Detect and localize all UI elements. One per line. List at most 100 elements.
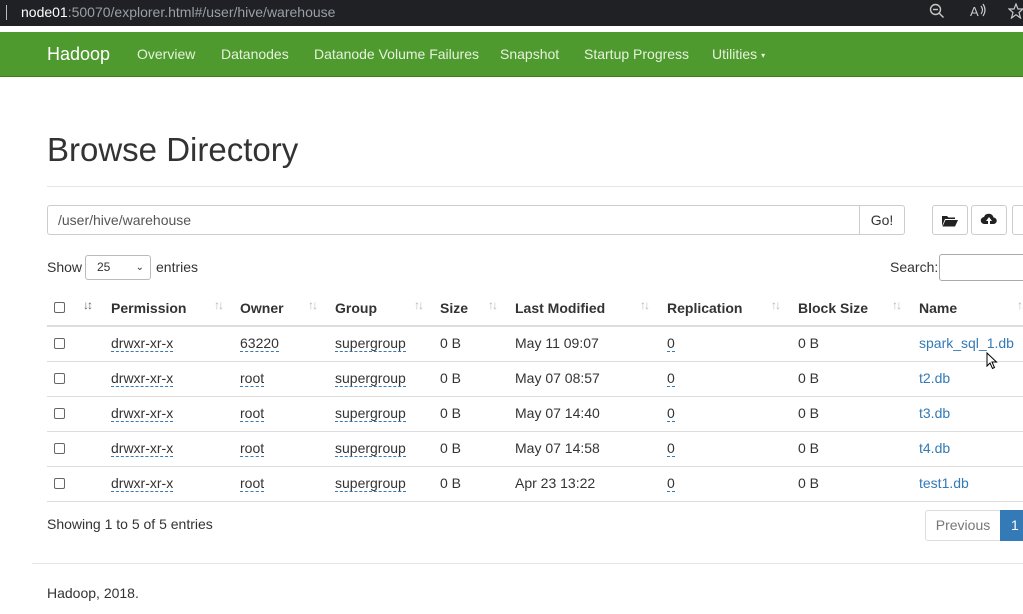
- create-directory-button[interactable]: [932, 205, 968, 235]
- read-aloud-icon[interactable]: A: [970, 3, 988, 24]
- favorite-star-icon[interactable]: [1007, 2, 1023, 24]
- browser-address-bar[interactable]: node01:50070/explorer.html#/user/hive/wa…: [0, 0, 1023, 26]
- nav-startup-progress[interactable]: Startup Progress: [584, 46, 689, 62]
- footer-divider: [32, 563, 1023, 564]
- row-checkbox[interactable]: [54, 408, 65, 419]
- row-checkbox[interactable]: [54, 373, 65, 384]
- svg-text:A: A: [970, 4, 979, 19]
- replication-cell[interactable]: 0: [667, 405, 675, 422]
- sort-icon: ↑↓: [414, 298, 424, 312]
- owner-cell[interactable]: root: [240, 475, 265, 492]
- directory-path-input[interactable]: [47, 205, 860, 235]
- url-text[interactable]: node01:50070/explorer.html#/user/hive/wa…: [21, 4, 335, 20]
- permission-cell[interactable]: drwxr-xr-x: [111, 475, 174, 492]
- name-link[interactable]: t4.db: [919, 440, 950, 456]
- select-all-checkbox[interactable]: [54, 302, 65, 313]
- permission-cell[interactable]: drwxr-xr-x: [111, 440, 174, 457]
- search-label: Search:: [890, 259, 939, 275]
- permission-cell[interactable]: drwxr-xr-x: [111, 335, 174, 352]
- col-name[interactable]: Name: [919, 300, 957, 316]
- name-link[interactable]: t3.db: [919, 405, 950, 421]
- group-cell[interactable]: supergroup: [335, 475, 406, 492]
- row-checkbox[interactable]: [54, 338, 65, 349]
- block-size-cell: 0 B: [798, 370, 820, 386]
- zoom-out-icon[interactable]: [929, 3, 945, 24]
- owner-cell[interactable]: root: [240, 405, 265, 422]
- size-cell: 0 B: [440, 405, 462, 421]
- size-cell: 0 B: [440, 440, 462, 456]
- nav-snapshot[interactable]: Snapshot: [500, 46, 559, 62]
- chevron-down-icon: ⌄: [135, 262, 144, 273]
- table-info: Showing 1 to 5 of 5 entries: [47, 516, 213, 532]
- sort-order-icon[interactable]: ↓↕: [83, 298, 93, 312]
- group-cell[interactable]: supergroup: [335, 440, 406, 457]
- nav-utilities-label: Utilities: [712, 46, 758, 62]
- sort-icon: ↑↓: [308, 298, 318, 312]
- last-modified-cell: May 07 14:40: [515, 405, 600, 421]
- name-link[interactable]: spark_sql_1.db: [919, 335, 1014, 351]
- nav-datanode-volume-failures[interactable]: Datanode Volume Failures: [314, 46, 479, 62]
- sort-icon: ↑↓: [488, 298, 498, 312]
- row-checkbox[interactable]: [54, 478, 65, 489]
- sort-icon: ↑↓: [892, 298, 902, 312]
- col-block-size[interactable]: Block Size: [798, 300, 868, 316]
- nav-datanodes[interactable]: Datanodes: [221, 46, 289, 62]
- search-input[interactable]: [939, 254, 1023, 281]
- top-navbar: Hadoop Overview Datanodes Datanode Volum…: [0, 32, 1023, 77]
- col-group[interactable]: Group: [335, 300, 377, 316]
- nav-overview[interactable]: Overview: [137, 46, 195, 62]
- table-row: drwxr-xr-x root supergroup 0 B May 07 14:58 0…: [47, 432, 1023, 467]
- group-cell[interactable]: supergroup: [335, 335, 406, 352]
- sort-icon: ↑↓: [640, 298, 650, 312]
- block-size-cell: 0 B: [798, 440, 820, 456]
- col-last-modified[interactable]: Last Modified: [515, 300, 605, 316]
- permission-cell[interactable]: drwxr-xr-x: [111, 370, 174, 387]
- size-cell: 0 B: [440, 475, 462, 491]
- block-size-cell: 0 B: [798, 405, 820, 421]
- previous-page-button[interactable]: Previous: [925, 510, 1001, 541]
- replication-cell[interactable]: 0: [667, 475, 675, 492]
- entries-value: 25: [97, 260, 111, 274]
- page-title: Browse Directory: [47, 131, 299, 168]
- col-owner[interactable]: Owner: [240, 300, 284, 316]
- row-checkbox[interactable]: [54, 443, 65, 454]
- nav-utilities-dropdown[interactable]: Utilities ▾: [712, 46, 765, 62]
- last-modified-cell: May 07 14:58: [515, 440, 600, 456]
- page-1-button[interactable]: 1: [1000, 510, 1023, 541]
- show-label: Show: [47, 259, 83, 275]
- col-replication[interactable]: Replication: [667, 300, 742, 316]
- entries-per-page-select[interactable]: 25 ⌄: [85, 255, 151, 280]
- block-size-cell: 0 B: [798, 335, 820, 351]
- cut-paste-button[interactable]: [1012, 205, 1023, 235]
- footer-text: Hadoop, 2018.: [47, 585, 139, 601]
- owner-cell[interactable]: root: [240, 370, 265, 387]
- last-modified-cell: May 07 08:57: [515, 370, 600, 386]
- group-cell[interactable]: supergroup: [335, 405, 406, 422]
- name-link[interactable]: t2.db: [919, 370, 950, 386]
- name-link[interactable]: test1.db: [919, 475, 969, 491]
- block-size-cell: 0 B: [798, 475, 820, 491]
- brand-logo-text[interactable]: Hadoop: [47, 44, 110, 65]
- owner-cell[interactable]: 63220: [240, 335, 279, 352]
- entries-label: entries: [156, 259, 199, 275]
- permission-cell[interactable]: drwxr-xr-x: [111, 405, 174, 422]
- replication-cell[interactable]: 0: [667, 440, 675, 457]
- col-permission[interactable]: Permission: [111, 300, 186, 316]
- col-size[interactable]: Size: [440, 300, 468, 316]
- size-cell: 0 B: [440, 370, 462, 386]
- upload-button[interactable]: [971, 205, 1007, 235]
- text-caret: [6, 5, 7, 20]
- title-divider: [47, 186, 1023, 187]
- caret-down-icon: ▾: [761, 50, 766, 60]
- sort-icon: ↑↓: [214, 298, 224, 312]
- sort-icon: ↑↓: [771, 298, 781, 312]
- table-row: drwxr-xr-x root supergroup 0 B May 07 08:57 0…: [47, 362, 1023, 397]
- replication-cell[interactable]: 0: [667, 335, 675, 352]
- last-modified-cell: Apr 23 13:22: [515, 475, 596, 491]
- replication-cell[interactable]: 0: [667, 370, 675, 387]
- go-button[interactable]: Go!: [859, 205, 905, 235]
- table-row: drwxr-xr-x 63220 supergroup 0 B May 11 09:07…: [47, 327, 1023, 362]
- group-cell[interactable]: supergroup: [335, 370, 406, 387]
- owner-cell[interactable]: root: [240, 440, 265, 457]
- last-modified-cell: May 11 09:07: [515, 335, 599, 351]
